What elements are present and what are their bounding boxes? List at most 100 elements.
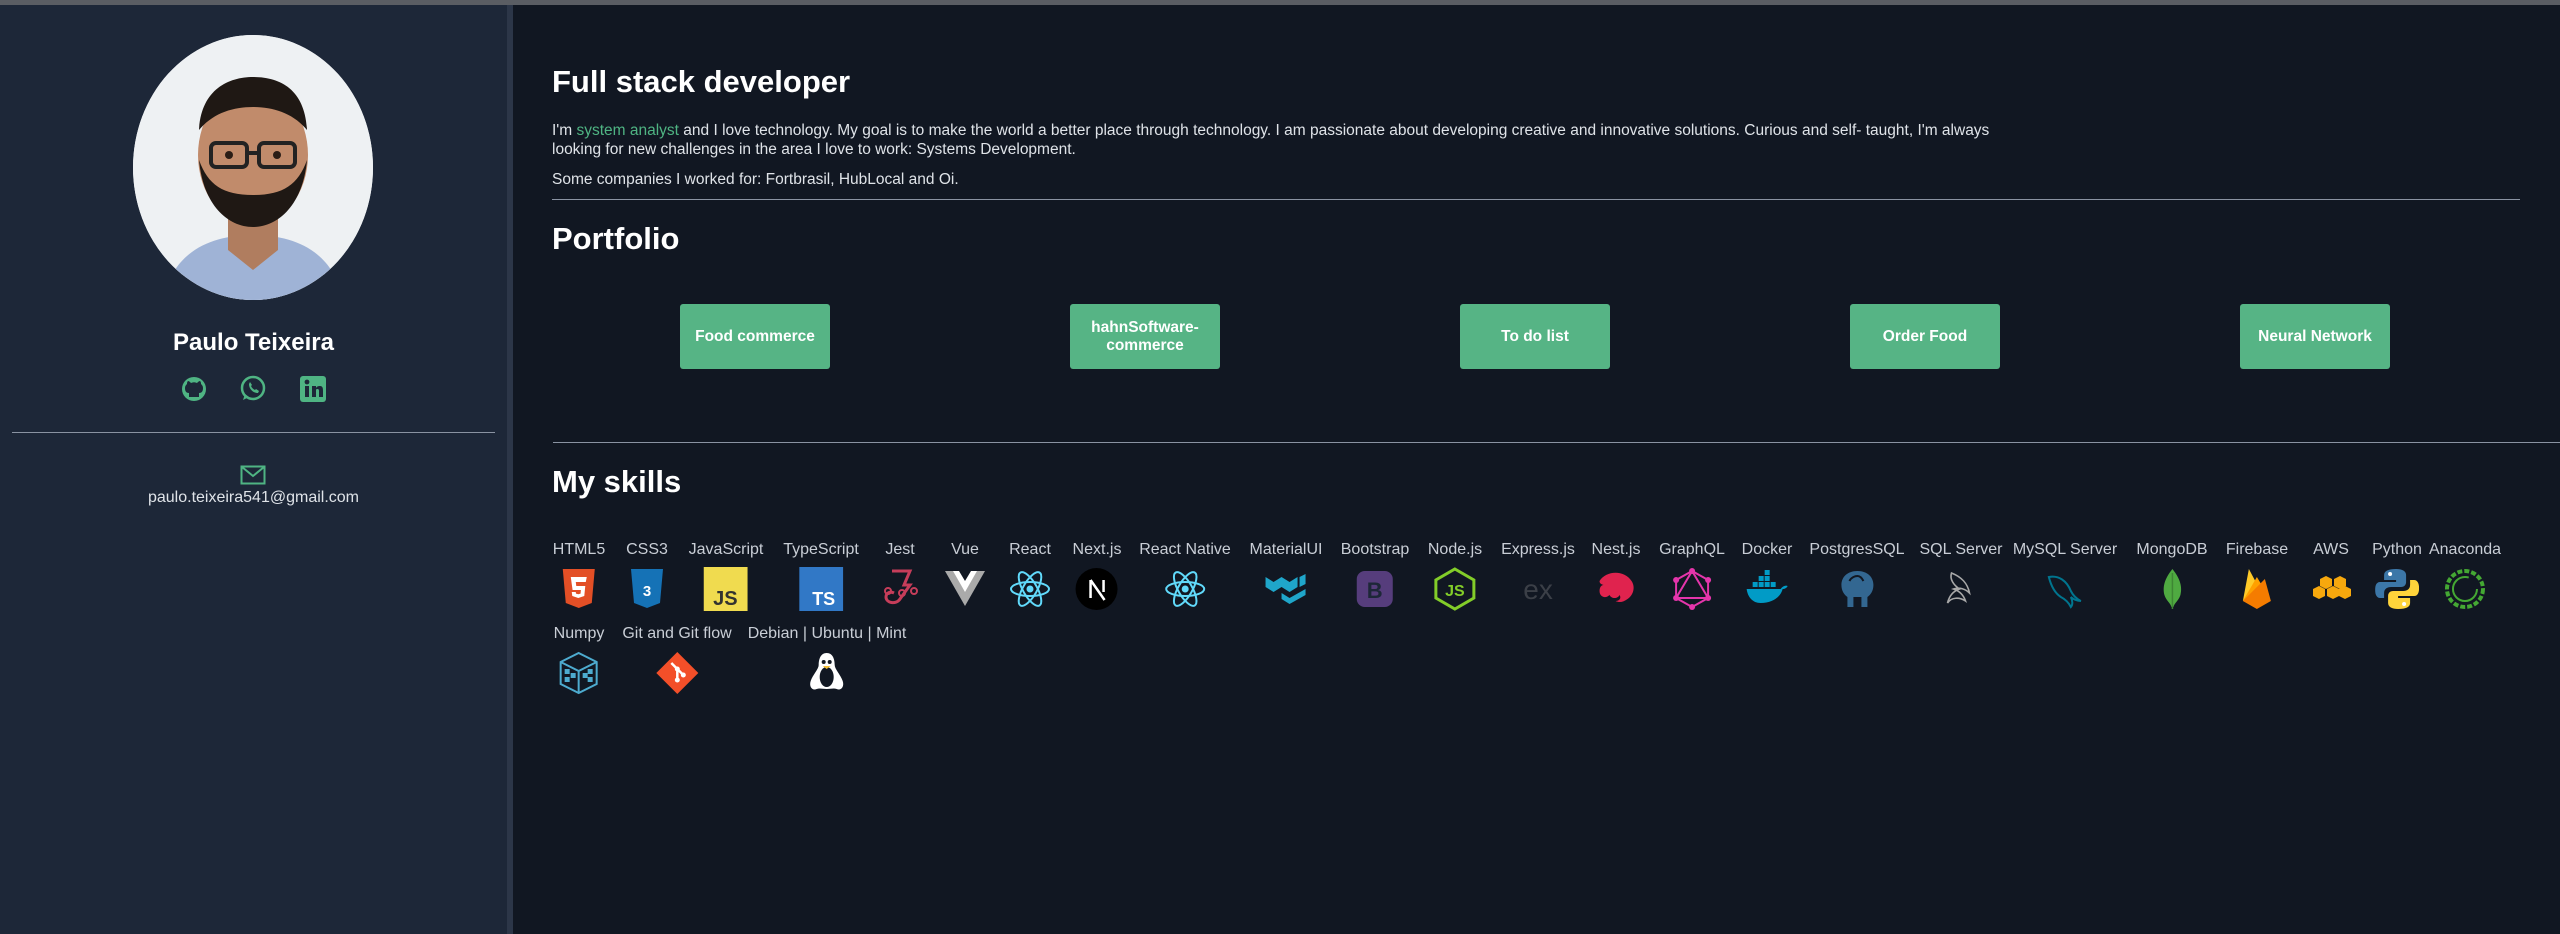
skill-aws: AWS bbox=[2309, 541, 2353, 611]
skill-vue: Vue bbox=[943, 541, 987, 611]
skill-label: Vue bbox=[951, 541, 979, 558]
jest-icon bbox=[884, 569, 918, 605]
skill-label: MySQL Server bbox=[2012, 541, 2118, 558]
firebase-icon bbox=[2243, 569, 2271, 609]
portfolio-title: Portfolio bbox=[552, 221, 680, 256]
skill-graphql: GraphQL bbox=[1659, 541, 1725, 611]
avatar bbox=[133, 35, 373, 300]
skill-materialui: MaterialUI bbox=[1249, 541, 1323, 611]
skill-javascript: JavaScript JS bbox=[688, 541, 764, 611]
skill-label: Docker bbox=[1741, 541, 1793, 558]
skill-label: HTML5 bbox=[552, 541, 606, 558]
skill-label: Bootstrap bbox=[1340, 541, 1410, 558]
skill-label: CSS3 bbox=[626, 541, 668, 558]
sidebar-divider bbox=[12, 432, 495, 433]
postgresql-icon bbox=[1841, 571, 1873, 607]
neural-network-button[interactable]: Neural Network bbox=[2240, 304, 2390, 369]
whatsapp-icon[interactable] bbox=[237, 373, 269, 405]
skill-react-native: React Native bbox=[1139, 541, 1231, 611]
svg-text:B: B bbox=[1367, 578, 1383, 603]
bootstrap-icon: B bbox=[1356, 571, 1393, 607]
skill-firebase: Firebase bbox=[2226, 541, 2288, 611]
typescript-icon: TS bbox=[799, 567, 843, 611]
graphql-icon bbox=[1673, 568, 1711, 610]
skill-anaconda: Anaconda bbox=[2429, 541, 2501, 611]
css3-icon: 3 bbox=[631, 569, 663, 608]
svg-text:JS: JS bbox=[1445, 583, 1465, 600]
skill-label: Python bbox=[2372, 541, 2422, 558]
skill-react: React bbox=[1008, 541, 1052, 611]
skill-label: Express.js bbox=[1501, 541, 1575, 558]
github-icon[interactable] bbox=[178, 373, 210, 405]
skill-label: Jest bbox=[885, 541, 915, 558]
to-do-list-button[interactable]: To do list bbox=[1460, 304, 1610, 369]
skill-numpy: Numpy bbox=[553, 625, 605, 695]
skill-label: PostgresSQL bbox=[1809, 541, 1905, 558]
skill-css3: CSS3 3 bbox=[625, 541, 669, 611]
svg-text:TS: TS bbox=[812, 589, 835, 609]
about-intro-post: and I love technology. My goal is to mak… bbox=[552, 122, 1990, 158]
react-icon bbox=[1010, 571, 1050, 607]
profile-sidebar: Paulo Teixeira paulo.teixeira541@gmail.c… bbox=[0, 5, 513, 934]
anaconda-icon bbox=[2445, 569, 2485, 609]
skill-label: MongoDB bbox=[2136, 541, 2208, 558]
skill-label: Nest.js bbox=[1591, 541, 1641, 558]
skill-label: Firebase bbox=[2225, 541, 2289, 558]
skill-nestjs: Nest.js bbox=[1591, 541, 1641, 611]
main-content: Full stack developer I'm system analyst … bbox=[513, 5, 2560, 934]
skill-mongodb: MongoDB bbox=[2136, 541, 2208, 611]
mail-icon bbox=[240, 465, 266, 485]
page-title: Full stack developer bbox=[552, 64, 851, 99]
skill-label: Numpy bbox=[553, 625, 605, 642]
mongodb-icon bbox=[2163, 569, 2181, 609]
skill-nextjs: Next.js bbox=[1072, 541, 1122, 611]
about-intro-pre: I'm bbox=[552, 122, 577, 139]
skill-label: Anaconda bbox=[2428, 541, 2502, 558]
section-divider bbox=[552, 199, 2520, 200]
skill-label: React bbox=[1009, 541, 1051, 558]
aws-icon bbox=[2313, 576, 2351, 599]
skill-label: JavaScript bbox=[688, 541, 764, 558]
section-divider-skills bbox=[553, 442, 2560, 443]
about-text: I'm system analyst and I love technology… bbox=[552, 121, 2032, 159]
skill-mysql-server: MySQL Server bbox=[2013, 541, 2117, 611]
skill-label: SQL Server bbox=[1919, 541, 2003, 558]
hahnsoftware-commerce-button[interactable]: hahnSoftware-commerce bbox=[1070, 304, 1220, 369]
skill-docker: Docker bbox=[1741, 541, 1793, 611]
skill-label: AWS bbox=[2313, 541, 2349, 558]
skill-expressjs: Express.js ex bbox=[1501, 541, 1575, 611]
expressjs-icon: ex bbox=[1523, 574, 1553, 605]
nestjs-icon bbox=[1600, 572, 1635, 603]
svg-text:ex: ex bbox=[1523, 574, 1553, 605]
skill-label: GraphQL bbox=[1659, 541, 1725, 558]
git-icon bbox=[656, 652, 698, 694]
nextjs-icon bbox=[1076, 568, 1118, 610]
profile-name: Paulo Teixeira bbox=[173, 329, 334, 356]
order-food-button[interactable]: Order Food bbox=[1850, 304, 2000, 369]
skill-jest: Jest bbox=[878, 541, 922, 611]
skill-label: TypeScript bbox=[783, 541, 859, 558]
companies-text: Some companies I worked for: Fortbrasil,… bbox=[552, 171, 959, 188]
linux-tux-icon bbox=[810, 653, 844, 690]
svg-text:JS: JS bbox=[714, 588, 738, 610]
vue-icon bbox=[945, 571, 985, 606]
skill-nodejs: Node.js JS bbox=[1428, 541, 1482, 611]
skill-label: MaterialUI bbox=[1249, 541, 1323, 558]
skill-label: Git and Git flow bbox=[622, 625, 732, 642]
skill-linux: Debian | Ubuntu | Mint bbox=[748, 625, 906, 695]
numpy-icon bbox=[560, 651, 598, 695]
sql-server-icon bbox=[1946, 571, 1971, 604]
about-accent: system analyst bbox=[576, 122, 679, 139]
skill-html5: HTML5 bbox=[553, 541, 605, 611]
skill-python: Python bbox=[2372, 541, 2422, 611]
nodejs-icon: JS bbox=[1434, 567, 1476, 611]
email-link[interactable]: paulo.teixeira541@gmail.com bbox=[0, 489, 507, 507]
svg-text:3: 3 bbox=[643, 583, 651, 600]
materialui-icon bbox=[1266, 574, 1306, 604]
skill-label: Node.js bbox=[1427, 541, 1483, 558]
food-commerce-button[interactable]: Food commerce bbox=[680, 304, 830, 369]
skills-title: My skills bbox=[552, 464, 682, 499]
skill-label: Next.js bbox=[1072, 541, 1122, 558]
linkedin-icon[interactable] bbox=[297, 373, 329, 405]
html5-icon bbox=[562, 569, 595, 608]
